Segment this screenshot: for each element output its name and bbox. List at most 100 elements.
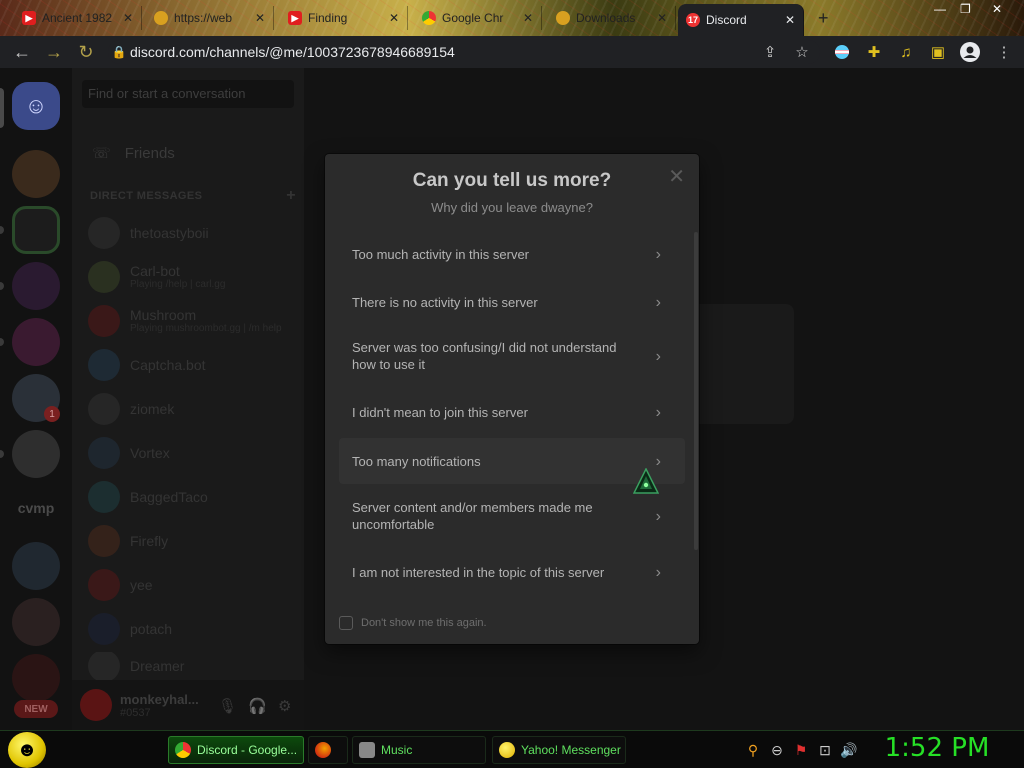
taskbar-item[interactable]: Music — [352, 736, 486, 764]
dm-item[interactable]: Carl-bot Playing /help | carl.gg — [80, 256, 296, 298]
browser-tab[interactable]: https://web ✕ — [146, 6, 274, 30]
modal-scrollbar[interactable] — [694, 232, 698, 550]
taskbar-item[interactable] — [308, 736, 348, 764]
reason-option[interactable]: Server was too confusing/I did not under… — [339, 328, 685, 384]
server-icon[interactable]: cvmp — [0, 500, 72, 516]
volume-icon[interactable]: 🔊 — [840, 741, 858, 759]
server-icon[interactable] — [12, 318, 60, 366]
address-bar[interactable]: 🔒 discord.com/channels/@me/1003723678946… — [108, 40, 820, 64]
reason-option[interactable]: Too much activity in this server › — [339, 232, 685, 276]
reload-icon[interactable]: ↻ — [70, 36, 102, 68]
tab-label: Finding — [308, 11, 348, 25]
server-icon[interactable] — [12, 150, 60, 198]
dm-item[interactable]: Dreamer — [80, 652, 296, 680]
chevron-right-icon: › — [655, 563, 661, 581]
back-icon[interactable]: ← — [6, 36, 38, 68]
headphones-icon[interactable]: 🎧 — [248, 697, 267, 715]
server-list: ☺ 1 cvmp NEW — [0, 68, 72, 730]
web-icon — [154, 11, 168, 25]
dm-name: Firefly — [130, 532, 169, 549]
close-tab-icon[interactable]: ✕ — [523, 11, 533, 25]
dm-item[interactable]: Firefly — [80, 520, 296, 562]
close-tab-icon[interactable]: ✕ — [785, 13, 795, 27]
server-icon[interactable] — [12, 206, 60, 254]
yahoo-messenger-icon — [499, 742, 515, 758]
browser-menu-icon[interactable]: ⋮ — [994, 42, 1014, 62]
mute-mic-icon[interactable]: 🎙 — [218, 697, 237, 715]
server-icon[interactable] — [12, 542, 60, 590]
dm-name: thetoastyboii — [130, 224, 209, 241]
profile-avatar-icon[interactable] — [960, 42, 980, 62]
taskbar-item[interactable]: Discord - Google... — [168, 736, 304, 764]
reason-option[interactable]: Server content and/or members made me un… — [339, 488, 685, 544]
search-icon[interactable]: ⚲ — [744, 741, 762, 759]
new-tab-button[interactable]: + — [818, 8, 829, 29]
dm-item[interactable]: Mushroom Playing mushroombot.gg | /m help — [80, 300, 296, 342]
dm-item[interactable]: Captcha.bot — [80, 344, 296, 386]
unread-indicator — [0, 338, 4, 346]
selected-indicator — [0, 88, 4, 128]
start-button-smiley-icon[interactable]: ☻ — [8, 732, 46, 768]
clock[interactable]: 1:52 PM — [872, 733, 1002, 763]
reason-label: I didn't mean to join this server — [352, 404, 528, 420]
friends-nav-item[interactable]: ☏ Friends — [80, 132, 296, 174]
browser-tab[interactable]: Downloads ✕ — [548, 6, 676, 30]
browser-tab[interactable]: ▶ Ancient 1982 ✕ — [14, 6, 142, 30]
server-icon[interactable] — [12, 598, 60, 646]
flag-icon[interactable]: ⚑ — [792, 741, 810, 759]
tab-label: Discord — [706, 13, 747, 27]
discord-home-icon[interactable]: ☺ — [12, 82, 60, 130]
restore-icon[interactable]: ❐ — [960, 2, 971, 16]
user-panel: monkeyhal... #0537 🎙 🎧 ⚙ — [72, 680, 304, 730]
minimize-icon[interactable]: — — [934, 2, 946, 16]
avatar — [88, 261, 120, 293]
taskbar-item[interactable]: Yahoo! Messenger — [492, 736, 626, 764]
dont-show-again-option[interactable]: Don't show me this again. — [339, 616, 487, 630]
reason-option[interactable]: There is no activity in this server › — [339, 280, 685, 324]
chrome-icon — [422, 11, 436, 25]
close-tab-icon[interactable]: ✕ — [123, 11, 133, 25]
settings-gear-icon[interactable]: ⚙ — [278, 697, 291, 715]
extension-flag-icon[interactable] — [832, 42, 852, 62]
extensions-puzzle-icon[interactable]: ✚ — [864, 42, 884, 62]
tab-badge: 17 — [687, 15, 698, 25]
browser-toolbar: ← → ↻ 🔒 discord.com/channels/@me/1003723… — [0, 36, 1024, 68]
dm-item[interactable]: ziomek — [80, 388, 296, 430]
close-tab-icon[interactable]: ✕ — [657, 11, 667, 25]
browser-tab-active[interactable]: 17 Discord ✕ — [678, 4, 804, 36]
server-icon[interactable] — [12, 262, 60, 310]
share-icon[interactable]: ⇪ — [760, 42, 780, 62]
reason-option[interactable]: I am not interested in the topic of this… — [339, 550, 685, 594]
dm-item[interactable]: thetoastyboii — [80, 212, 296, 254]
dm-item[interactable]: potach — [80, 608, 296, 650]
bookmark-star-icon[interactable]: ☆ — [792, 42, 812, 62]
close-icon[interactable]: ✕ — [668, 166, 685, 188]
dm-name: ziomek — [130, 400, 175, 417]
dm-name: potach — [130, 620, 173, 637]
dm-item[interactable]: Vortex — [80, 432, 296, 474]
side-panel-icon[interactable]: ▣ — [928, 42, 948, 62]
window-close-icon[interactable]: ✕ — [992, 2, 1002, 16]
tray-status-icon[interactable]: ⊖ — [768, 741, 786, 759]
server-icon[interactable] — [12, 430, 60, 478]
browser-tab[interactable]: ▶ Finding ✕ — [280, 6, 408, 30]
dm-name: Vortex — [130, 444, 170, 461]
lock-icon[interactable]: 🔒 — [108, 45, 130, 59]
close-tab-icon[interactable]: ✕ — [255, 11, 265, 25]
dm-item[interactable]: yee — [80, 564, 296, 606]
modal-title: Can you tell us more? — [412, 170, 612, 191]
create-dm-icon[interactable]: + — [286, 188, 296, 204]
close-tab-icon[interactable]: ✕ — [389, 11, 399, 25]
network-icon[interactable]: ⊡ — [816, 741, 834, 759]
conversation-search-input[interactable]: Find or start a conversation — [82, 80, 294, 108]
dm-item[interactable]: BaggedTaco — [80, 476, 296, 518]
discord-icon: 17 — [686, 13, 700, 27]
server-icon[interactable] — [12, 654, 60, 702]
media-playlist-icon[interactable]: ♫ — [896, 42, 916, 62]
checkbox[interactable] — [339, 616, 353, 630]
user-avatar[interactable] — [80, 689, 112, 721]
browser-tab[interactable]: Google Chr ✕ — [414, 6, 542, 30]
forward-icon[interactable]: → — [38, 36, 70, 68]
reason-option[interactable]: I didn't mean to join this server › — [339, 390, 685, 434]
browser-tab-strip: ▶ Ancient 1982 ✕ https://web ✕ ▶ Finding… — [0, 0, 1024, 36]
